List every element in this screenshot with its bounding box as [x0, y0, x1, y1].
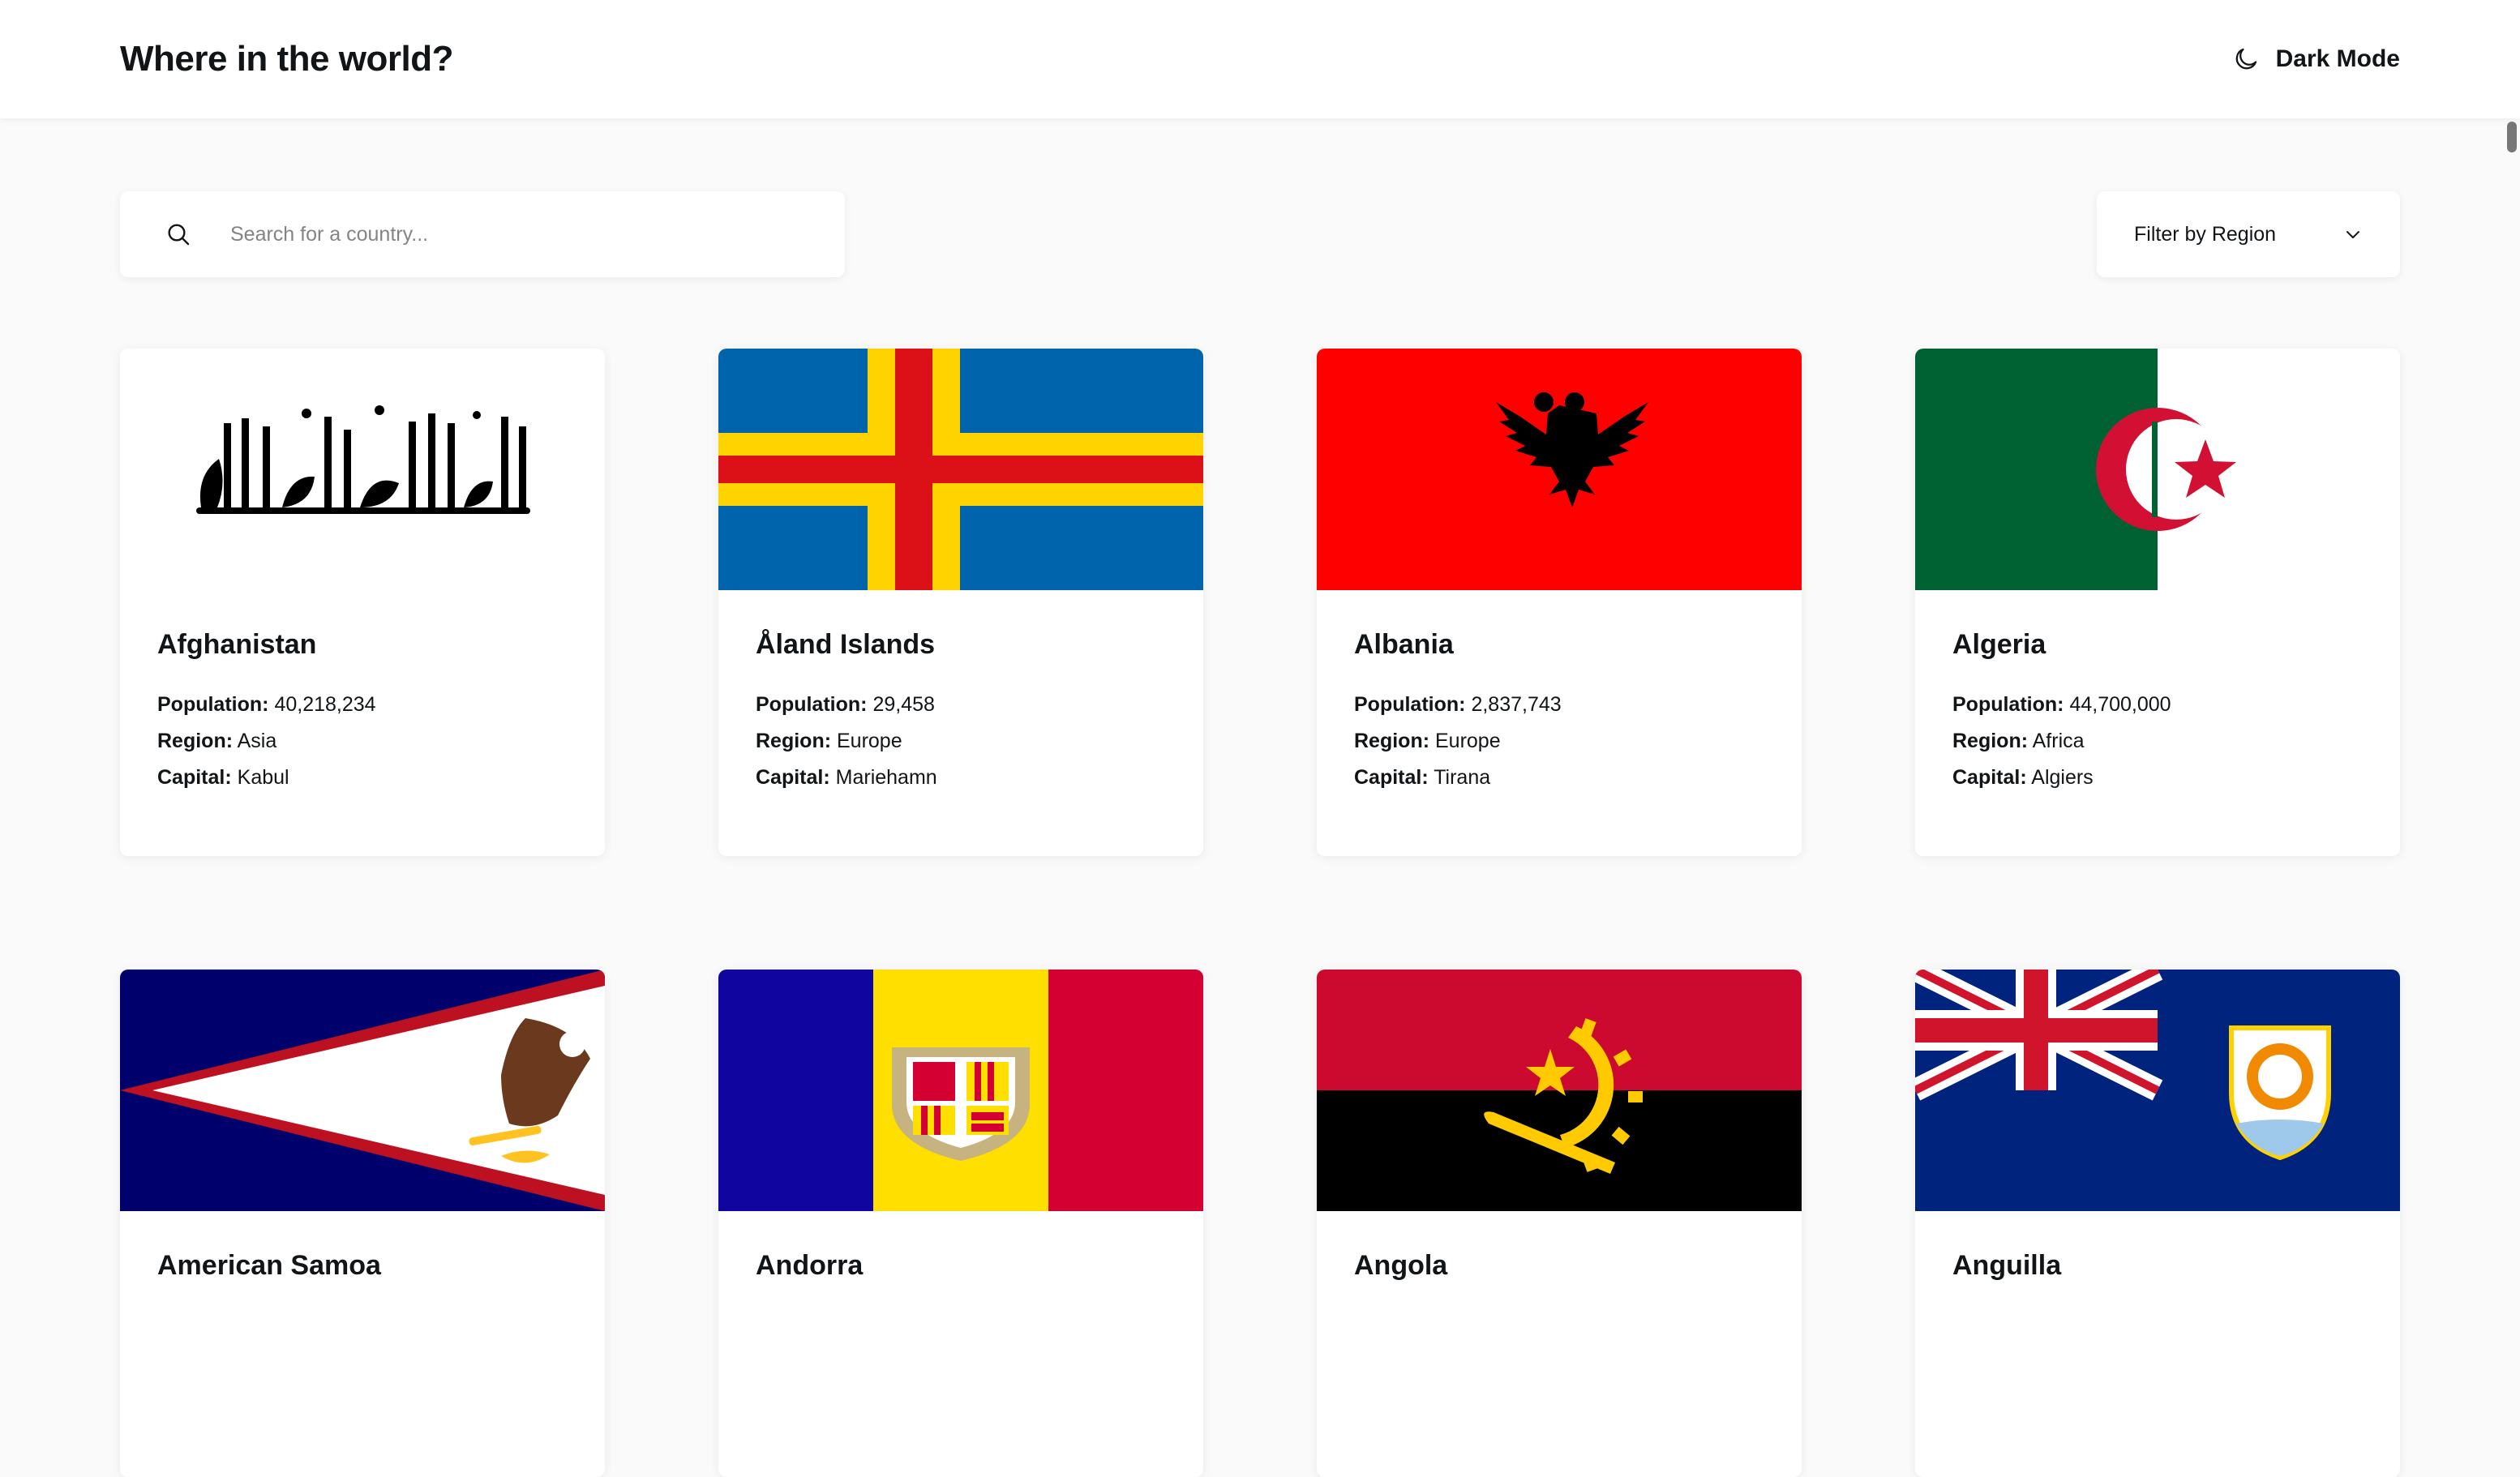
country-name: Anguilla	[1952, 1250, 2062, 1281]
capital-value: Mariehamn	[835, 766, 937, 789]
union-jack-canton	[1915, 970, 2163, 1101]
population-value: 29,458	[872, 693, 935, 716]
country-name: Algeria	[1952, 629, 2046, 660]
country-name: Andorra	[756, 1250, 864, 1281]
capital-info: Capital: Mariehamn	[756, 760, 1166, 796]
country-name: Afghanistan	[157, 629, 317, 660]
region-label: Region:	[756, 730, 832, 752]
region-value: Europe	[837, 730, 902, 752]
capital-label: Capital:	[1354, 766, 1429, 789]
population-info: Population: 44,700,000	[1952, 687, 2363, 723]
flag-angola	[1317, 970, 1802, 1211]
region-label: Region:	[1354, 730, 1430, 752]
country-name: Åland Islands	[756, 629, 936, 660]
region-label: Region:	[157, 730, 234, 752]
population-info: Population: 40,218,234	[157, 687, 568, 723]
population-info: Population: 29,458	[756, 687, 1166, 723]
region-value: Europe	[1435, 730, 1501, 752]
top-header: Where in the world? Dark Mode	[0, 0, 2520, 118]
flag-afghanistan	[120, 349, 605, 590]
population-label: Population:	[157, 693, 269, 716]
flag-anguilla	[1915, 970, 2400, 1211]
population-info: Population: 2,837,743	[1354, 687, 1764, 723]
moon-icon	[2235, 48, 2256, 70]
population-value: 2,837,743	[1471, 693, 1562, 716]
flag-albania	[1317, 349, 1802, 590]
country-card[interactable]: Angola	[1317, 970, 1802, 1477]
capital-info: Capital: Kabul	[157, 760, 568, 796]
country-card[interactable]: Åland Islands Population: 29,458 Region:…	[718, 349, 1203, 856]
population-label: Population:	[1354, 693, 1466, 716]
scrollbar-thumb[interactable]	[2507, 122, 2517, 152]
capital-label: Capital:	[756, 766, 830, 789]
capital-info: Capital: Tirana	[1354, 760, 1764, 796]
region-info: Region: Africa	[1952, 723, 2363, 760]
country-card[interactable]: Anguilla	[1915, 970, 2400, 1477]
capital-label: Capital:	[157, 766, 232, 789]
search-icon	[168, 224, 190, 246]
capital-label: Capital:	[1952, 766, 2027, 789]
region-label: Region:	[1952, 730, 2029, 752]
country-card[interactable]: Afghanistan Population: 40,218,234 Regio…	[120, 349, 605, 856]
country-name: Albania	[1354, 629, 1454, 660]
country-card[interactable]: Algeria Population: 44,700,000 Region: A…	[1915, 349, 2400, 856]
population-value: 44,700,000	[2069, 693, 2171, 716]
country-name: Angola	[1354, 1250, 1448, 1281]
dolphin-shield	[2229, 1025, 2331, 1161]
country-card[interactable]: Albania Population: 2,837,743 Region: Eu…	[1317, 349, 1802, 856]
region-value: Africa	[2032, 730, 2085, 752]
capital-value: Kabul	[237, 766, 289, 789]
search-box[interactable]	[120, 191, 845, 277]
capital-value: Tirana	[1434, 766, 1491, 789]
flag-american-samoa	[120, 970, 605, 1211]
population-value: 40,218,234	[274, 693, 376, 716]
search-input[interactable]	[230, 222, 798, 246]
region-info: Region: Europe	[1354, 723, 1764, 760]
region-value: Asia	[237, 730, 277, 752]
country-name: American Samoa	[157, 1250, 381, 1281]
country-grid: Afghanistan Population: 40,218,234 Regio…	[120, 349, 2400, 1477]
region-info: Region: Europe	[756, 723, 1166, 760]
flag-aland-islands	[718, 349, 1203, 590]
flag-algeria	[1915, 349, 2400, 590]
flag-andorra	[718, 970, 1203, 1211]
capital-value: Algiers	[2031, 766, 2094, 789]
population-label: Population:	[756, 693, 868, 716]
dark-mode-label: Dark Mode	[2275, 45, 2400, 72]
capital-info: Capital: Algiers	[1952, 760, 2363, 796]
filter-label: Filter by Region	[2134, 222, 2277, 246]
region-filter-dropdown[interactable]: Filter by Region	[2097, 191, 2400, 277]
region-info: Region: Asia	[157, 723, 568, 760]
country-card[interactable]: American Samoa	[120, 970, 605, 1477]
chevron-down-icon	[2346, 231, 2359, 238]
dark-mode-toggle[interactable]: Dark Mode	[2232, 45, 2400, 73]
country-card[interactable]: Andorra	[718, 970, 1203, 1477]
app-title: Where in the world?	[120, 39, 453, 79]
population-label: Population:	[1952, 693, 2064, 716]
